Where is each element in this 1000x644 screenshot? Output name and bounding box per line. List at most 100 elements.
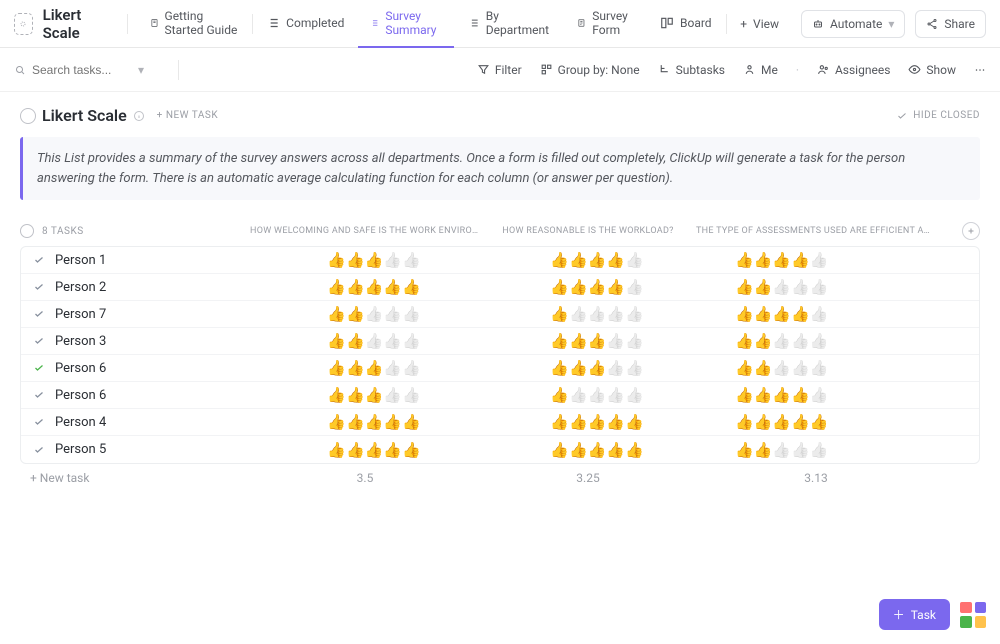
list-title-wrap: Likert Scale (20, 106, 145, 125)
list-icon (266, 16, 280, 30)
column-header-q2[interactable]: HOW REASONABLE IS THE WORKLOAD? (488, 226, 688, 236)
view-tab-survey-summary[interactable]: Survey Summary (358, 0, 454, 48)
status-check-icon[interactable] (31, 308, 47, 320)
status-check-icon[interactable] (31, 281, 47, 293)
column-header-q3[interactable]: THE TYPE OF ASSESSMENTS USED ARE EFFICIE… (696, 226, 936, 236)
workspace-title[interactable]: Likert Scale (43, 6, 109, 42)
status-check-icon[interactable] (31, 335, 47, 347)
avg-q2: 3.25 (488, 471, 688, 485)
add-column-button[interactable] (962, 222, 980, 240)
rating-thumbs[interactable]: 👍👍👍👍👍 (327, 386, 420, 404)
table-row[interactable]: Person 6 👍👍👍👍👍 👍👍👍👍👍 👍👍👍👍👍 (21, 355, 979, 382)
status-check-icon[interactable] (31, 389, 47, 401)
me-button[interactable]: Me (743, 63, 778, 77)
table-row[interactable]: Person 3 👍👍👍👍👍 👍👍👍👍👍 👍👍👍👍👍 (21, 328, 979, 355)
task-name[interactable]: Person 1 (55, 253, 251, 268)
view-tab-survey-form[interactable]: Survey Form (565, 0, 646, 48)
people-icon (817, 63, 830, 76)
task-name[interactable]: Person 3 (55, 334, 251, 349)
more-icon[interactable] (974, 64, 986, 76)
rating-thumbs[interactable]: 👍👍👍👍👍 (327, 441, 420, 459)
dot-separator: · (796, 63, 799, 77)
subtasks-button[interactable]: Subtasks (658, 63, 725, 77)
task-name[interactable]: Person 6 (55, 361, 251, 376)
list-title: Likert Scale (42, 106, 127, 125)
search-input[interactable] (32, 63, 132, 77)
rating-thumbs[interactable]: 👍👍👍👍👍 (550, 441, 643, 459)
rating-thumbs[interactable]: 👍👍👍👍👍 (327, 278, 420, 296)
divider (178, 60, 179, 80)
workspace-icon[interactable] (14, 13, 33, 35)
toolbar: ▾ Filter Group by: None Subtasks Me · As… (0, 48, 1000, 92)
assignees-button[interactable]: Assignees (817, 63, 890, 77)
table-row[interactable]: Person 7 👍👍👍👍👍 👍👍👍👍👍 👍👍👍👍👍 (21, 301, 979, 328)
filter-button[interactable]: Filter (477, 63, 522, 77)
task-rows: Person 1 👍👍👍👍👍 👍👍👍👍👍 👍👍👍👍👍 Person 2 👍👍👍👍👍 👍👍👍👍… (20, 246, 980, 464)
list-icon (370, 16, 379, 30)
rating-thumbs[interactable]: 👍👍👍👍👍 (550, 278, 643, 296)
view-label: Getting Started Guide (165, 9, 238, 37)
info-icon[interactable] (133, 110, 145, 122)
rating-thumbs[interactable]: 👍👍👍👍👍 (735, 359, 828, 377)
rating-thumbs[interactable]: 👍👍👍👍👍 (550, 386, 643, 404)
show-button[interactable]: Show (908, 63, 956, 77)
chevron-down-icon[interactable]: ▾ (138, 63, 144, 77)
create-task-fab[interactable]: ＋ Task (879, 599, 950, 630)
rating-thumbs[interactable]: 👍👍👍👍👍 (735, 278, 828, 296)
task-fab-label: Task (911, 608, 936, 622)
table-row[interactable]: Person 4 👍👍👍👍👍 👍👍👍👍👍 👍👍👍👍👍 (21, 409, 979, 436)
status-check-icon[interactable] (31, 362, 47, 374)
column-header-q1[interactable]: HOW WELCOMING AND SAFE IS THE WORK ENVIR… (250, 226, 480, 236)
rating-thumbs[interactable]: 👍👍👍👍👍 (327, 413, 420, 431)
table-row[interactable]: Person 6 👍👍👍👍👍 👍👍👍👍👍 👍👍👍👍👍 (21, 382, 979, 409)
table-row[interactable]: Person 2 👍👍👍👍👍 👍👍👍👍👍 👍👍👍👍👍 (21, 274, 979, 301)
table-row[interactable]: Person 1 👍👍👍👍👍 👍👍👍👍👍 👍👍👍👍👍 (21, 247, 979, 274)
view-tab-completed[interactable]: Completed (254, 0, 356, 48)
rating-thumbs[interactable]: 👍👍👍👍👍 (550, 305, 643, 323)
rating-thumbs[interactable]: 👍👍👍👍👍 (327, 359, 420, 377)
status-check-icon[interactable] (31, 254, 47, 266)
status-circle-icon[interactable] (20, 108, 36, 124)
apps-launcher[interactable] (960, 602, 986, 628)
select-all-circle[interactable] (20, 224, 34, 238)
rating-thumbs[interactable]: 👍👍👍👍👍 (327, 305, 420, 323)
task-name[interactable]: Person 5 (55, 442, 251, 457)
form-icon (577, 16, 586, 30)
rating-thumbs[interactable]: 👍👍👍👍👍 (550, 251, 643, 269)
rating-thumbs[interactable]: 👍👍👍👍👍 (735, 305, 828, 323)
task-name[interactable]: Person 7 (55, 307, 251, 322)
task-name[interactable]: Person 4 (55, 415, 251, 430)
share-icon (926, 18, 938, 30)
rating-thumbs[interactable]: 👍👍👍👍👍 (735, 332, 828, 350)
rating-thumbs[interactable]: 👍👍👍👍👍 (327, 251, 420, 269)
rating-thumbs[interactable]: 👍👍👍👍👍 (327, 332, 420, 350)
automate-button[interactable]: Automate ▾ (801, 10, 905, 38)
view-tab-by-department[interactable]: By Department (456, 0, 563, 48)
rating-thumbs[interactable]: 👍👍👍👍👍 (550, 359, 643, 377)
status-check-icon[interactable] (31, 416, 47, 428)
task-name[interactable]: Person 6 (55, 388, 251, 403)
add-view-button[interactable]: + View (728, 17, 791, 31)
table-row[interactable]: Person 5 👍👍👍👍👍 👍👍👍👍👍 👍👍👍👍👍 (21, 436, 979, 463)
view-label: Completed (286, 16, 344, 30)
rating-thumbs[interactable]: 👍👍👍👍👍 (735, 441, 828, 459)
hide-closed-button[interactable]: HIDE CLOSED (896, 110, 980, 122)
view-tab-board[interactable]: Board (648, 0, 724, 48)
rating-thumbs[interactable]: 👍👍👍👍👍 (735, 413, 828, 431)
search-icon (14, 64, 26, 76)
new-task-inline-button[interactable]: + NEW TASK (157, 110, 218, 121)
rating-thumbs[interactable]: 👍👍👍👍👍 (735, 386, 828, 404)
share-button[interactable]: Share (915, 10, 986, 38)
task-name[interactable]: Person 2 (55, 280, 251, 295)
group-by-button[interactable]: Group by: None (540, 63, 640, 77)
rating-thumbs[interactable]: 👍👍👍👍👍 (550, 332, 643, 350)
assignees-label: Assignees (835, 63, 890, 77)
rating-thumbs[interactable]: 👍👍👍👍👍 (735, 251, 828, 269)
status-check-icon[interactable] (31, 444, 47, 456)
new-task-button[interactable]: + New task (30, 471, 242, 485)
add-view-label: View (753, 17, 779, 31)
rating-thumbs[interactable]: 👍👍👍👍👍 (550, 413, 643, 431)
view-tab-getting-started[interactable]: Getting Started Guide (138, 0, 250, 48)
avg-q3: 3.13 (696, 471, 936, 485)
share-label: Share (944, 17, 975, 31)
